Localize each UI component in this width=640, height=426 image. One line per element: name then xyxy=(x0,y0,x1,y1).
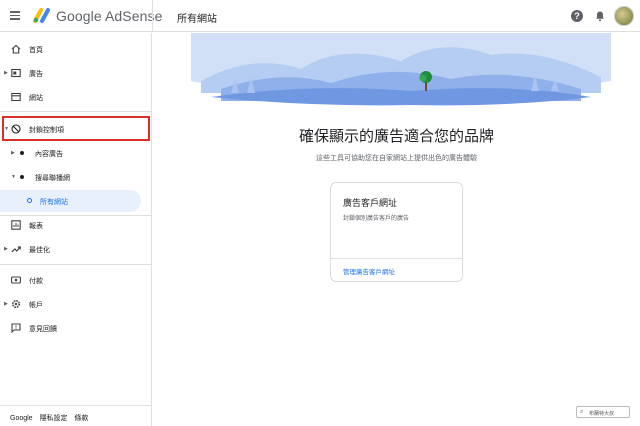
dot-icon xyxy=(20,175,24,179)
sites-icon xyxy=(11,92,21,102)
expand-caret-icon[interactable]: ▶ xyxy=(4,246,8,252)
expand-caret-icon[interactable]: ▶ xyxy=(4,301,8,307)
account-avatar[interactable] xyxy=(614,6,634,26)
sidebar-item-label: 所有網站 xyxy=(40,199,68,206)
sidebar-item-content-ads[interactable]: ▶ 內容廣告 xyxy=(0,142,152,164)
sidebar-item-label: 報表 xyxy=(29,223,43,230)
header-divider xyxy=(152,0,153,32)
sidebar-item-sites[interactable]: 網站 xyxy=(0,86,152,108)
manage-advertiser-urls-link[interactable]: 管理廣告客戶網址 xyxy=(343,266,395,276)
expand-caret-icon[interactable]: ▶ xyxy=(11,150,15,156)
sidebar-item-optimization[interactable]: ▶ 最佳化 xyxy=(0,238,152,260)
sidebar-divider xyxy=(0,111,152,112)
brand-name: Google AdSense xyxy=(56,8,163,24)
sidebar-item-label: 廣告 xyxy=(29,71,43,78)
card-title: 廣告客戶網址 xyxy=(343,198,398,208)
expand-caret-icon[interactable]: ▶ xyxy=(4,70,8,76)
watermark-text: 布蘭特大叔 xyxy=(589,411,615,417)
page-subheadline: 這些工具可協助您在自家網站上提供出色的廣告體驗 xyxy=(316,155,477,162)
sidebar-item-label: 意見回饋 xyxy=(29,326,57,333)
sidebar-nav: 首頁 ▶ 廣告 網站 ▼ 封鎖控制項 ▶ 內容廣告 ▼ 搜尋聯播網 所有網站 報… xyxy=(0,33,152,426)
footer-link-privacy[interactable]: 隱私設定 xyxy=(40,415,68,422)
sidebar-item-payments[interactable]: 付款 xyxy=(0,269,152,291)
sidebar-item-label: 搜尋聯播網 xyxy=(35,175,70,182)
optimize-icon xyxy=(11,246,21,253)
footer-link-terms[interactable]: 條款 xyxy=(74,415,88,422)
sidebar-footer: Google 隱私設定 條款 xyxy=(10,413,93,423)
sidebar-item-all-sites[interactable]: 所有網站 xyxy=(0,190,141,212)
landscape-illustration xyxy=(191,33,611,113)
feedback-icon xyxy=(11,323,21,333)
top-app-bar: Google AdSense 所有網站 ? xyxy=(0,0,640,32)
footer-link-google[interactable]: Google xyxy=(10,415,33,422)
watermark-badge: ⌕ 布蘭特大叔 xyxy=(576,406,630,418)
sidebar-item-blocking-controls[interactable]: ▼ 封鎖控制項 xyxy=(0,118,152,140)
dot-icon xyxy=(20,151,24,155)
sidebar-item-home[interactable]: 首頁 xyxy=(0,38,152,60)
collapse-caret-icon[interactable]: ▼ xyxy=(4,126,9,132)
ring-icon xyxy=(27,198,32,203)
ads-icon xyxy=(11,68,21,78)
main-content: 確保顯示的廣告適合您的品牌 這些工具可協助您在自家網站上提供出色的廣告體驗 廣告… xyxy=(153,33,640,426)
sidebar-divider xyxy=(0,405,152,406)
collapse-caret-icon[interactable]: ▼ xyxy=(11,174,16,180)
sidebar-item-label: 內容廣告 xyxy=(35,151,63,158)
reports-icon xyxy=(11,220,21,230)
card-description: 封鎖個別廣告客戶的廣告 xyxy=(343,216,410,222)
search-icon: ⌕ xyxy=(580,409,584,415)
sidebar-item-label: 最佳化 xyxy=(29,247,50,254)
sidebar-item-ads[interactable]: ▶ 廣告 xyxy=(0,62,152,84)
sidebar-item-label: 網站 xyxy=(29,95,43,102)
advertiser-url-card: 廣告客戶網址 封鎖個別廣告客戶的廣告 管理廣告客戶網址 xyxy=(330,182,463,282)
notification-bell-icon[interactable] xyxy=(594,10,606,22)
payments-icon xyxy=(11,276,21,284)
sidebar-divider xyxy=(0,264,152,265)
card-divider xyxy=(331,258,462,259)
sidebar-item-label: 封鎖控制項 xyxy=(29,127,64,134)
home-icon xyxy=(11,44,21,54)
sidebar-item-reports[interactable]: 報表 xyxy=(0,214,152,236)
help-icon[interactable]: ? xyxy=(571,10,583,22)
sidebar-item-label: 帳戶 xyxy=(29,302,43,309)
page-headline: 確保顯示的廣告適合您的品牌 xyxy=(298,128,494,145)
adsense-logo-icon xyxy=(33,8,50,23)
sidebar-item-search-network[interactable]: ▼ 搜尋聯播網 xyxy=(0,166,152,188)
sidebar-item-label: 付款 xyxy=(29,278,43,285)
block-icon xyxy=(11,124,21,134)
page-title: 所有網站 xyxy=(177,14,217,25)
sidebar-item-label: 首頁 xyxy=(29,47,43,54)
sidebar-item-account[interactable]: ▶ 帳戶 xyxy=(0,293,152,315)
sidebar-item-feedback[interactable]: 意見回饋 xyxy=(0,317,152,339)
hamburger-menu-icon[interactable] xyxy=(8,9,22,23)
account-gear-icon xyxy=(11,299,21,309)
